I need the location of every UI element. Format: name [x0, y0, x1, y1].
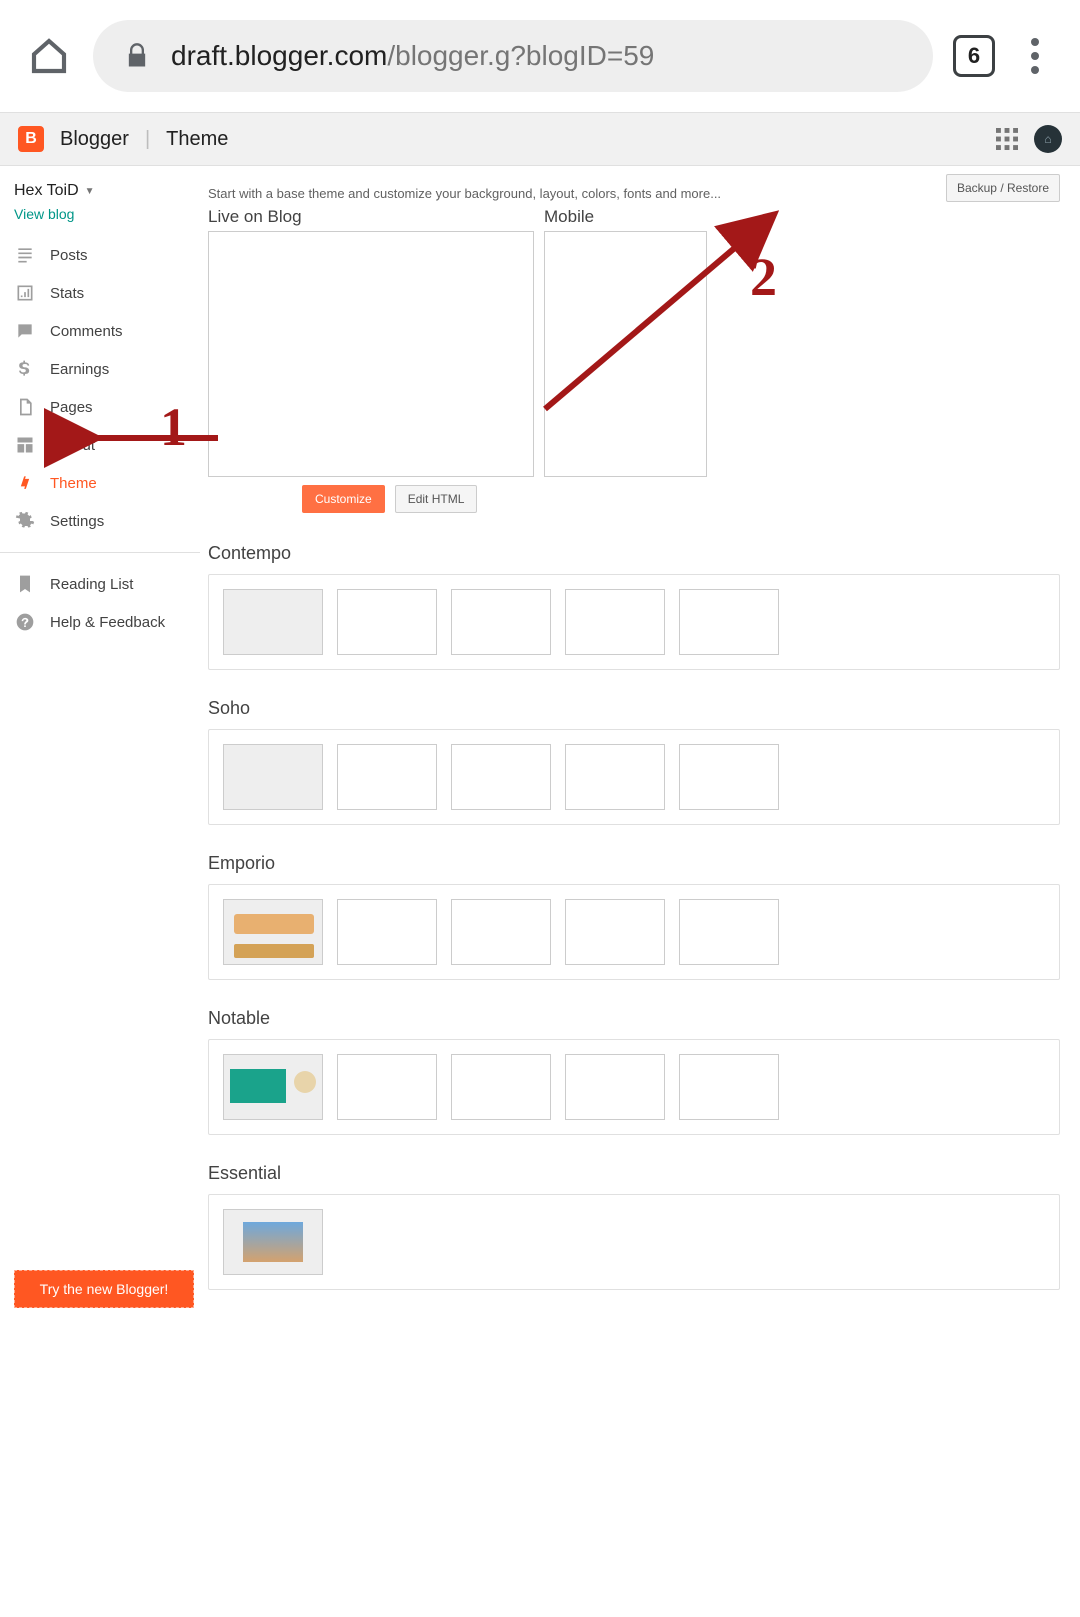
sidebar-item-label: Earnings: [50, 361, 109, 378]
theme-title: Soho: [208, 698, 1060, 719]
more-icon[interactable]: [1015, 36, 1055, 76]
help-icon: [14, 611, 36, 633]
sidebar-item-earnings[interactable]: Earnings: [0, 350, 200, 388]
sidebar-item-label: Theme: [50, 475, 97, 492]
stats-icon: [14, 282, 36, 304]
url-host: draft.blogger.com: [171, 40, 387, 71]
live-preview-label: Live on Blog: [208, 207, 534, 227]
blog-selector[interactable]: Hex ToiD ▼: [0, 178, 200, 202]
theme-thumb[interactable]: [337, 589, 437, 655]
intro-text: Start with a base theme and customize yo…: [208, 186, 1060, 201]
try-new-blogger-button[interactable]: Try the new Blogger!: [14, 1270, 194, 1308]
sidebar-item-comments[interactable]: Comments: [0, 312, 200, 350]
backup-restore-button[interactable]: Backup / Restore: [946, 174, 1060, 202]
url-bar[interactable]: draft.blogger.com/blogger.g?blogID=59: [93, 20, 933, 92]
home-icon[interactable]: [25, 32, 73, 80]
sidebar-item-help[interactable]: Help & Feedback: [0, 603, 200, 641]
edit-html-button[interactable]: Edit HTML: [395, 485, 478, 513]
apps-icon[interactable]: [996, 128, 1018, 150]
theme-thumb[interactable]: [679, 899, 779, 965]
sidebar-item-label: Comments: [50, 323, 123, 340]
sidebar-item-theme[interactable]: Theme: [0, 464, 200, 502]
live-preview-box[interactable]: [208, 231, 534, 477]
caret-down-icon: ▼: [85, 186, 95, 197]
theme-title: Notable: [208, 1008, 1060, 1029]
mobile-preview-label: Mobile: [544, 207, 707, 227]
theme-thumb[interactable]: [565, 899, 665, 965]
sidebar-item-pages[interactable]: Pages: [0, 388, 200, 426]
comments-icon: [14, 320, 36, 342]
theme-thumb[interactable]: [223, 899, 323, 965]
posts-icon: [14, 244, 36, 266]
sidebar-item-label: Layout: [50, 437, 95, 454]
theme-thumb[interactable]: [223, 744, 323, 810]
theme-thumb[interactable]: [679, 1054, 779, 1120]
theme-thumb[interactable]: [565, 1054, 665, 1120]
app-title: Blogger: [60, 128, 129, 151]
theme-thumb[interactable]: [565, 744, 665, 810]
app-header: B Blogger | Theme ⌂: [0, 113, 1080, 166]
theme-thumb[interactable]: [451, 1054, 551, 1120]
avatar[interactable]: ⌂: [1034, 125, 1062, 153]
gear-icon: [14, 510, 36, 532]
sidebar-item-label: Settings: [50, 513, 104, 530]
theme-thumb[interactable]: [451, 744, 551, 810]
sidebar-item-stats[interactable]: Stats: [0, 274, 200, 312]
sidebar-item-settings[interactable]: Settings: [0, 502, 200, 540]
theme-title: Contempo: [208, 543, 1060, 564]
lock-icon: [123, 42, 151, 70]
blog-name: Hex ToiD: [14, 182, 79, 200]
view-blog-link[interactable]: View blog: [0, 202, 200, 236]
breadcrumb-divider: |: [145, 128, 150, 151]
theme-section-soho: Soho: [208, 698, 1060, 825]
theme-thumb[interactable]: [337, 899, 437, 965]
theme-icon: [14, 472, 36, 494]
sidebar-item-reading-list[interactable]: Reading List: [0, 565, 200, 603]
earnings-icon: [14, 358, 36, 380]
sidebar-item-label: Stats: [50, 285, 84, 302]
theme-section-notable: Notable: [208, 1008, 1060, 1135]
theme-thumb[interactable]: [451, 899, 551, 965]
theme-thumb[interactable]: [679, 589, 779, 655]
sidebar-item-label: Pages: [50, 399, 93, 416]
sidebar-item-label: Help & Feedback: [50, 614, 165, 631]
theme-thumb[interactable]: [337, 744, 437, 810]
theme-title: Essential: [208, 1163, 1060, 1184]
theme-thumb[interactable]: [223, 589, 323, 655]
mobile-preview-box[interactable]: [544, 231, 707, 477]
bookmark-icon: [14, 573, 36, 595]
layout-icon: [14, 434, 36, 456]
tab-count[interactable]: 6: [953, 35, 995, 77]
theme-thumb[interactable]: [223, 1054, 323, 1120]
theme-thumb[interactable]: [451, 589, 551, 655]
customize-button[interactable]: Customize: [302, 485, 385, 513]
theme-section-essential: Essential: [208, 1163, 1060, 1290]
browser-toolbar: draft.blogger.com/blogger.g?blogID=59 6: [0, 0, 1080, 113]
main-content: Backup / Restore Start with a base theme…: [200, 166, 1080, 1338]
url-path: /blogger.g?blogID=59: [387, 40, 654, 71]
url-text: draft.blogger.com/blogger.g?blogID=59: [171, 40, 654, 72]
blogger-logo[interactable]: B: [18, 126, 44, 152]
theme-thumb[interactable]: [679, 744, 779, 810]
sidebar-item-layout[interactable]: Layout: [0, 426, 200, 464]
theme-thumb[interactable]: [565, 589, 665, 655]
pages-icon: [14, 396, 36, 418]
page-title: Theme: [166, 128, 228, 151]
theme-section-contempo: Contempo: [208, 543, 1060, 670]
theme-thumb[interactable]: [223, 1209, 323, 1275]
theme-section-emporio: Emporio: [208, 853, 1060, 980]
theme-title: Emporio: [208, 853, 1060, 874]
sidebar-item-label: Reading List: [50, 576, 133, 593]
theme-thumb[interactable]: [337, 1054, 437, 1120]
sidebar-item-posts[interactable]: Posts: [0, 236, 200, 274]
sidebar: Hex ToiD ▼ View blog Posts Stats Comment…: [0, 166, 200, 1338]
sidebar-item-label: Posts: [50, 247, 88, 264]
